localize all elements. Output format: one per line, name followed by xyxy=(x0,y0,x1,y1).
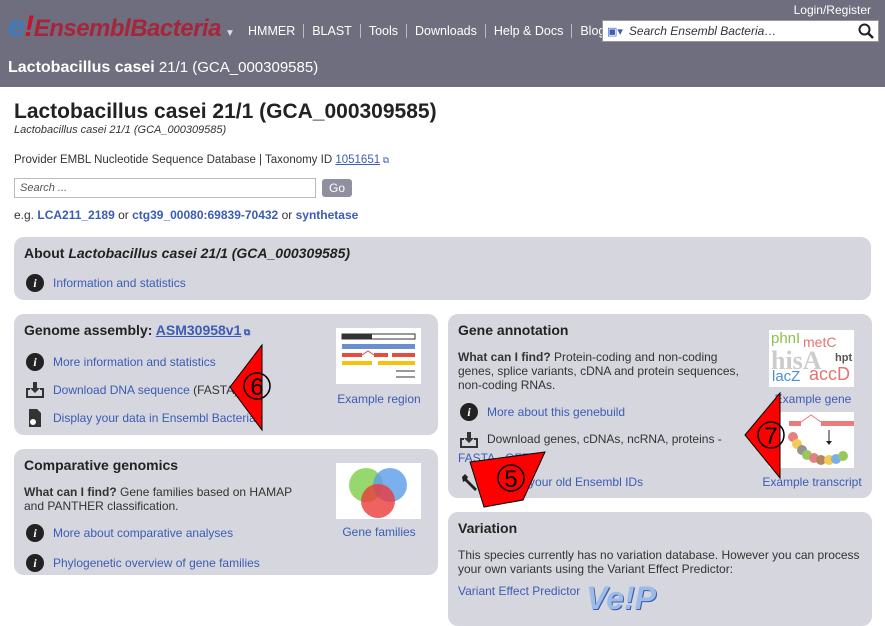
example-transcript-link[interactable]: Example transcript xyxy=(762,475,861,489)
taxonomy-link[interactable]: 1051651 xyxy=(335,154,380,166)
login-register-link[interactable]: Login/Register xyxy=(794,3,871,17)
chevron-down-icon[interactable]: ▼ xyxy=(225,28,235,39)
variation-panel: Variation This species currently has no … xyxy=(448,512,872,626)
info-icon: i xyxy=(26,274,44,292)
top-header: e!EnsemblBacteria ▼ HMMER BLAST Tools Dow… xyxy=(0,0,885,52)
info-icon: i xyxy=(26,353,44,371)
nav-help-docs[interactable]: Help & Docs xyxy=(486,24,573,38)
example-gene-link[interactable]: Example gene xyxy=(775,392,852,406)
page-title: Lactobacillus casei 21/1 (GCA_000309585) xyxy=(14,100,437,123)
download-gff3-link[interactable]: GFF3 xyxy=(505,451,536,465)
comparative-info-link[interactable]: More about comparative analyses xyxy=(53,526,233,540)
nav-tools[interactable]: Tools xyxy=(361,24,408,38)
search-species-dropdown-icon[interactable]: ▣▾ xyxy=(607,25,623,38)
comparative-genomics-panel: Comparative genomics What can I find? Ge… xyxy=(14,449,438,575)
info-icon: i xyxy=(26,524,44,542)
id-history-link[interactable]: Update your old Ensembl IDs xyxy=(487,475,643,489)
vep-logo[interactable]: Ve!P xyxy=(586,580,656,617)
species-search-input[interactable]: Search ... xyxy=(14,178,316,198)
example-region-image[interactable] xyxy=(336,328,421,384)
main-nav: HMMER BLAST Tools Downloads Help & Docs … xyxy=(240,24,613,38)
assembly-link[interactable]: ASM30958v1 xyxy=(156,322,242,338)
download-dna-link[interactable]: Download DNA sequence xyxy=(53,383,190,397)
download-icon xyxy=(24,380,46,400)
gene-families-image[interactable] xyxy=(336,463,421,519)
search-icon[interactable] xyxy=(858,23,874,39)
about-panel: About Lactobacillus casei 21/1 (GCA_0003… xyxy=(14,237,871,300)
wrench-icon xyxy=(458,472,480,492)
gene-annotation-panel: Gene annotation What can I find? Protein… xyxy=(448,314,872,498)
genebuild-info-link[interactable]: More about this genebuild xyxy=(487,405,625,419)
display-data-icon xyxy=(24,408,46,428)
example-region-link[interactable]: Example region xyxy=(337,392,420,406)
page-subtitle: Lactobacillus casei 21/1 (GCA_000309585) xyxy=(14,124,227,136)
phylogenetic-overview-link[interactable]: Phylogenetic overview of gene families xyxy=(53,556,260,570)
provider-info: Provider EMBL Nucleotide Sequence Databa… xyxy=(14,154,390,166)
example-transcript-image[interactable] xyxy=(769,412,854,468)
go-button[interactable]: Go xyxy=(322,179,353,197)
ensembl-bacteria-logo[interactable]: e!EnsemblBacteria ▼ xyxy=(8,10,235,44)
example-link-gene[interactable]: LCA211_2189 xyxy=(37,208,114,222)
search-examples: e.g. LCA211_2189 or ctg39_00080:69839-70… xyxy=(14,208,359,222)
assembly-info-link[interactable]: More information and statistics xyxy=(53,355,216,369)
gene-families-link[interactable]: Gene families xyxy=(342,525,415,539)
example-gene-image[interactable]: phnI metC hisA hpt lacZ accD xyxy=(769,330,854,387)
info-statistics-link[interactable]: Information and statistics xyxy=(53,276,186,290)
site-search-input[interactable]: Search Ensembl Bacteria… xyxy=(629,24,858,38)
nav-hmmer[interactable]: HMMER xyxy=(240,24,305,38)
example-link-location[interactable]: ctg39_00080:69839-70432 xyxy=(132,208,278,222)
example-link-synthetase[interactable]: synthetase xyxy=(296,208,359,222)
species-bar: Lactobacillus casei 21/1 (GCA_000309585) xyxy=(0,52,885,87)
download-fasta-link[interactable]: FASTA xyxy=(458,451,494,465)
nav-downloads[interactable]: Downloads xyxy=(407,24,486,38)
info-icon: i xyxy=(26,554,44,572)
vep-link[interactable]: Variant Effect Predictor xyxy=(458,584,580,598)
external-link-icon: ⧉ xyxy=(241,327,251,337)
nav-blast[interactable]: BLAST xyxy=(304,24,361,38)
info-icon: i xyxy=(460,403,478,421)
site-search-box[interactable]: ▣▾ Search Ensembl Bacteria… xyxy=(602,20,879,42)
external-link-icon: ⧉ xyxy=(380,155,390,165)
display-data-link[interactable]: Display your data in Ensembl Bacteria xyxy=(53,411,256,425)
genome-assembly-panel: Genome assembly: ASM30958v1 ⧉ i More info… xyxy=(14,314,438,435)
download-icon xyxy=(458,430,480,450)
